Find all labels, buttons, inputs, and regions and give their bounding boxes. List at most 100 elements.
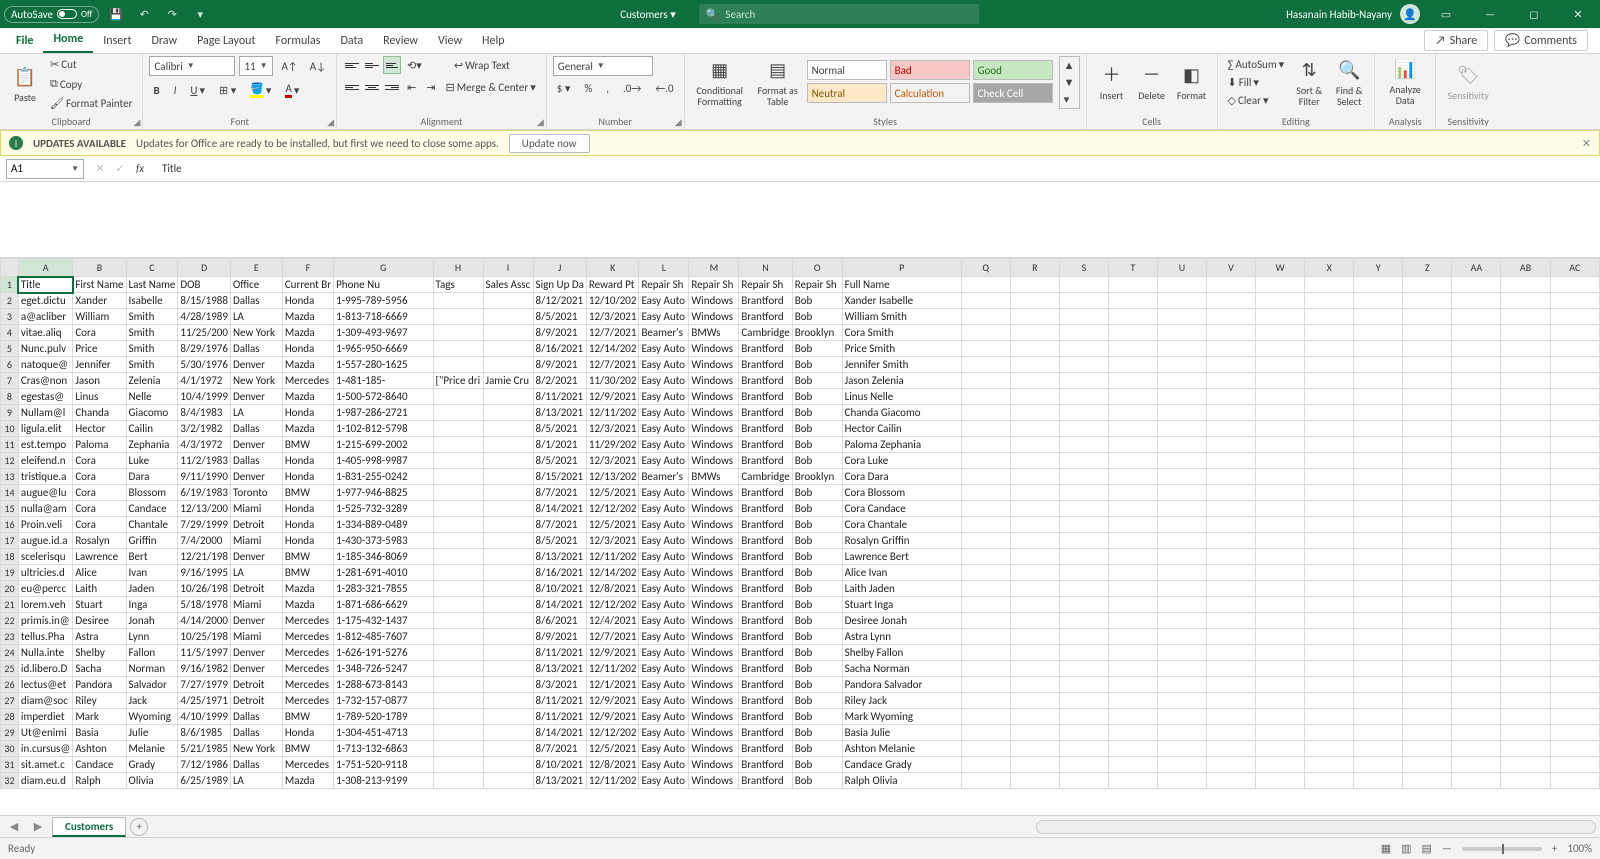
cell[interactable] [483, 693, 533, 709]
cell[interactable] [1452, 709, 1501, 725]
cell[interactable]: 1-789-520-1789 [334, 709, 433, 725]
cell[interactable]: tellus.Pha [18, 629, 72, 645]
cell[interactable]: 8/7/2021 [533, 517, 586, 533]
cell[interactable]: egestas@ [18, 389, 72, 405]
cell[interactable] [1501, 597, 1550, 613]
cell[interactable]: 12/7/2021 [586, 357, 639, 373]
cell[interactable] [1305, 709, 1354, 725]
row-header[interactable]: 31 [1, 757, 19, 773]
cell[interactable] [1354, 693, 1403, 709]
cell[interactable] [1403, 773, 1452, 789]
minimize-icon[interactable]: — [1472, 0, 1508, 28]
cell[interactable] [1403, 389, 1452, 405]
cell[interactable]: Brantford [739, 645, 792, 661]
row-header[interactable]: 19 [1, 565, 19, 581]
cell[interactable]: Mazda [282, 773, 333, 789]
cell[interactable] [1550, 533, 1599, 549]
cell[interactable]: Bob [792, 501, 842, 517]
cell[interactable] [1452, 533, 1501, 549]
cell[interactable]: 1-987-286-2721 [334, 405, 433, 421]
cell[interactable]: Windows [689, 597, 739, 613]
cell[interactable]: Easy Auto [639, 757, 689, 773]
cell[interactable] [1452, 517, 1501, 533]
cell[interactable]: 8/15/1988 [178, 293, 231, 309]
cell[interactable] [1403, 725, 1452, 741]
format-as-table-button[interactable]: ▤Format as Table [753, 57, 803, 109]
cell[interactable]: Office [230, 277, 282, 293]
cell[interactable] [1452, 453, 1501, 469]
cell[interactable] [1059, 709, 1108, 725]
cell[interactable] [1305, 373, 1354, 389]
cell[interactable]: 1-525-732-3289 [334, 501, 433, 517]
cell[interactable] [1501, 373, 1550, 389]
find-select-button[interactable]: 🔍Find & Select [1330, 57, 1368, 109]
cell[interactable] [1010, 277, 1059, 293]
cell[interactable] [1256, 469, 1305, 485]
user-name[interactable]: Hasanain Habib-Nayany [1286, 8, 1392, 21]
cell[interactable] [1108, 549, 1157, 565]
cell[interactable]: Cora Dara [842, 469, 961, 485]
cell[interactable]: Price Smith [842, 341, 961, 357]
cell[interactable] [1501, 325, 1550, 341]
cell[interactable] [1501, 485, 1550, 501]
cell[interactable]: Bob [792, 629, 842, 645]
cell[interactable] [1108, 277, 1157, 293]
cell[interactable] [1206, 741, 1255, 757]
cell[interactable] [1157, 309, 1206, 325]
cell[interactable] [433, 389, 483, 405]
cell[interactable]: Paloma Zephania [842, 437, 961, 453]
cell[interactable] [1157, 389, 1206, 405]
cell[interactable] [1256, 661, 1305, 677]
cell[interactable] [1305, 645, 1354, 661]
cell[interactable]: lorem.veh [18, 597, 72, 613]
cell[interactable] [483, 501, 533, 517]
cell[interactable]: Chanda [73, 405, 126, 421]
cell[interactable]: Honda [282, 293, 333, 309]
cell[interactable] [1010, 325, 1059, 341]
sheet-tab-customers[interactable]: Customers [52, 817, 126, 837]
cell[interactable]: Sales Assc [483, 277, 533, 293]
cell[interactable] [1452, 741, 1501, 757]
cell[interactable]: 7/27/1979 [178, 677, 231, 693]
sort-filter-button[interactable]: ⇅Sort & Filter [1290, 57, 1328, 109]
cell[interactable] [1501, 581, 1550, 597]
cell[interactable] [433, 693, 483, 709]
cell[interactable] [1354, 341, 1403, 357]
cell[interactable]: Mercedes [282, 693, 333, 709]
cell[interactable] [1157, 677, 1206, 693]
cell[interactable]: Mazda [282, 581, 333, 597]
bold-button[interactable]: B [149, 82, 163, 99]
cell[interactable]: Denver [230, 549, 282, 565]
cell[interactable]: 1-626-191-5276 [334, 645, 433, 661]
cell[interactable] [1354, 421, 1403, 437]
cell[interactable] [1256, 645, 1305, 661]
align-top-icon[interactable] [343, 56, 361, 74]
cell[interactable]: Desiree Jonah [842, 613, 961, 629]
cell[interactable]: Brantford [739, 437, 792, 453]
cell[interactable]: 7/29/1999 [178, 517, 231, 533]
cell[interactable] [433, 709, 483, 725]
cell[interactable] [1305, 437, 1354, 453]
cell[interactable] [1108, 581, 1157, 597]
row-header[interactable]: 14 [1, 485, 19, 501]
row-header[interactable]: 22 [1, 613, 19, 629]
cell[interactable]: Cora [73, 325, 126, 341]
cell[interactable] [1354, 741, 1403, 757]
cell[interactable]: Windows [689, 437, 739, 453]
cell[interactable] [961, 517, 1010, 533]
cell[interactable] [1403, 629, 1452, 645]
cell[interactable] [1501, 661, 1550, 677]
cell[interactable] [433, 437, 483, 453]
cell[interactable]: Easy Auto [639, 293, 689, 309]
cell[interactable]: Beamer's [639, 325, 689, 341]
cell[interactable] [1550, 389, 1599, 405]
cell[interactable]: ligula.elit [18, 421, 72, 437]
row-header[interactable]: 24 [1, 645, 19, 661]
cell[interactable]: Easy Auto [639, 677, 689, 693]
fill-button[interactable]: ⬇Fill ▾ [1224, 74, 1289, 91]
cell[interactable]: Easy Auto [639, 725, 689, 741]
cell[interactable]: 12/9/2021 [586, 389, 639, 405]
cell[interactable] [1354, 485, 1403, 501]
cell[interactable] [961, 757, 1010, 773]
cell[interactable] [1157, 629, 1206, 645]
